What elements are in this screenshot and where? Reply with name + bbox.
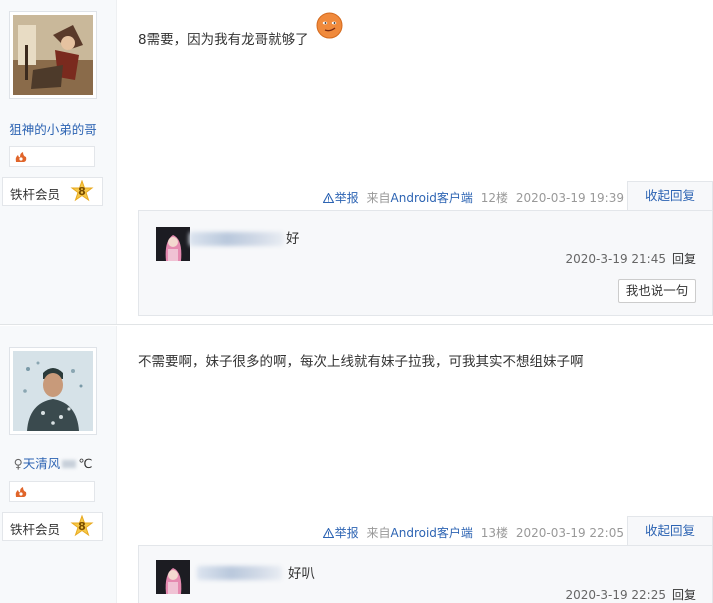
user-sidebar: 狙神的小弟的哥 铁杆会员 8 <box>0 0 117 324</box>
user-sidebar: ♀天清风 ℃ 铁杆会员 8 <box>0 326 117 603</box>
level-number: 8 <box>78 520 86 533</box>
fire-badge-icon <box>14 151 28 166</box>
blurred-username-part <box>62 460 77 468</box>
username-suffix: ℃ <box>78 456 93 471</box>
floor-number: 13楼 <box>480 526 509 540</box>
post-meta: 举报 来自Android客户端 12楼 2020-03-19 19:39 <box>319 189 624 206</box>
smirk-emoji-icon <box>316 12 343 39</box>
floor-number: 12楼 <box>480 191 509 205</box>
warning-icon <box>322 528 334 538</box>
reply-link[interactable]: 回复 <box>672 252 696 266</box>
level-name: 铁杆会员 <box>10 187 61 202</box>
gender-female-icon: ♀ <box>13 456 23 471</box>
android-client-link[interactable]: Android客户端 <box>391 526 473 540</box>
blurred-username[interactable] <box>189 232 284 246</box>
reply-time: 2020-3-19 21:45 <box>565 252 666 266</box>
post-floor-12: 狙神的小弟的哥 铁杆会员 8 8需要，因为我有龙哥就够了 举报 来自Androi… <box>0 0 713 325</box>
collapse-replies-button[interactable]: 收起回复 <box>627 181 713 211</box>
level-star-icon: 8 <box>70 514 94 539</box>
say-something-button[interactable]: 我也说一句 <box>618 279 696 303</box>
warning-icon <box>322 193 334 203</box>
reply-avatar-image <box>156 560 190 594</box>
blurred-username[interactable] <box>197 566 282 580</box>
post-content: 不需要啊，妹子很多的啊，每次上线就有妹子拉我，可我其实不想组妹子啊 <box>138 354 584 370</box>
avatar-image <box>13 351 93 431</box>
member-level[interactable]: 铁杆会员 8 <box>2 177 103 206</box>
post-time: 2020-03-19 19:39 <box>515 191 624 205</box>
level-number: 8 <box>78 185 86 198</box>
level-star-icon: 8 <box>70 179 94 204</box>
post-meta: 举报 来自Android客户端 13楼 2020-03-19 22:05 <box>319 524 624 541</box>
source-client: 来自Android客户端 <box>366 526 473 540</box>
android-client-link[interactable]: Android客户端 <box>391 191 473 205</box>
post-time: 2020-03-19 22:05 <box>515 526 624 540</box>
reply-time: 2020-3-19 22:25 <box>565 588 666 602</box>
post-content: 8需要，因为我有龙哥就够了 <box>138 32 309 48</box>
reply-text: 好叭 <box>288 566 315 582</box>
fire-badge-icon <box>14 486 28 501</box>
reply-meta: 2020-3-19 22:25 回复 <box>565 586 696 603</box>
level-name: 铁杆会员 <box>10 522 61 537</box>
reply-avatar[interactable] <box>156 560 190 594</box>
username-link[interactable]: 狙神的小弟的哥 <box>0 119 106 138</box>
source-client: 来自Android客户端 <box>366 191 473 205</box>
reply-meta: 2020-3-19 21:45 回复 <box>565 250 696 267</box>
badge-box[interactable] <box>9 146 95 167</box>
reply-area: 好叭 2020-3-19 22:25 回复 <box>138 545 713 603</box>
member-level[interactable]: 铁杆会员 8 <box>2 512 103 541</box>
post-floor-13: ♀天清风 ℃ 铁杆会员 8 不需要啊，妹子很多的啊，每次上线就有妹子拉我，可我其实… <box>0 326 713 603</box>
report-label[interactable]: 举报 <box>335 191 359 205</box>
collapse-replies-button[interactable]: 收起回复 <box>627 516 713 546</box>
reply-link[interactable]: 回复 <box>672 588 696 602</box>
reply-avatar[interactable] <box>156 227 190 261</box>
username-text[interactable]: 天清风 <box>23 456 61 471</box>
reply-avatar-image <box>156 227 190 261</box>
reply-area: 好 2020-3-19 21:45 回复 我也说一句 <box>138 210 713 316</box>
report-label[interactable]: 举报 <box>335 526 359 540</box>
report-link[interactable]: 举报 <box>322 526 363 540</box>
username-link[interactable]: ♀天清风 ℃ <box>0 453 106 472</box>
report-link[interactable]: 举报 <box>322 191 363 205</box>
avatar[interactable] <box>9 11 97 99</box>
avatar-image <box>13 15 93 95</box>
avatar[interactable] <box>9 347 97 435</box>
reply-text: 好 <box>286 231 300 247</box>
badge-box[interactable] <box>9 481 95 502</box>
